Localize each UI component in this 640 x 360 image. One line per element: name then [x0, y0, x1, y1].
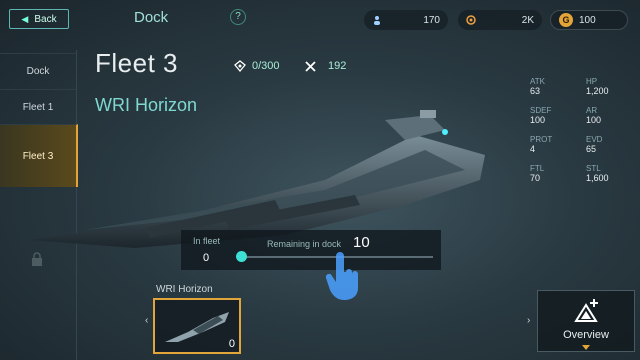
stat-label: STL: [586, 164, 601, 173]
in-fleet-label: In fleet: [193, 236, 221, 246]
slider-thumb[interactable]: [236, 251, 247, 262]
stat-value: 70: [530, 173, 541, 183]
stat-sdef: SDEF 100: [530, 106, 551, 125]
stat-prot: PROT 4: [530, 135, 552, 154]
stat-value: 65: [586, 144, 597, 154]
stat-stl: STL 1,600: [586, 164, 609, 183]
stat-label: FTL: [530, 164, 545, 173]
resource-fuel: 2K: [458, 10, 542, 30]
stat-value: 4: [530, 144, 536, 154]
stat-atk: ATK 63: [530, 77, 545, 96]
back-arrow-icon: ◀: [21, 13, 29, 24]
stat-label: AR: [586, 106, 598, 115]
back-button[interactable]: ◀ Back: [9, 9, 69, 29]
remaining-value: 10: [353, 234, 370, 251]
g-coin-value: 100: [579, 14, 596, 26]
kills-stat: 192: [305, 60, 346, 72]
tap-hand-icon: [325, 252, 358, 300]
stat-label: EVD: [586, 135, 603, 144]
card-ship-name: WRI Horizon: [156, 284, 213, 295]
stat-ar: AR 100: [586, 106, 601, 125]
ship-card[interactable]: 0: [153, 298, 241, 354]
stat-hp: HP 1,200: [586, 77, 609, 96]
card-prev-arrow[interactable]: ‹: [145, 315, 148, 326]
fuel-value: 2K: [521, 14, 534, 26]
stat-value: 100: [530, 115, 546, 125]
fuel-icon: [466, 15, 476, 25]
resource-crew: 170: [364, 10, 448, 30]
fleet-title: Fleet 3: [95, 48, 178, 78]
help-button[interactable]: ?: [230, 9, 246, 25]
overview-label: Overview: [563, 329, 609, 341]
stat-label: PROT: [530, 135, 553, 144]
supply-stat: 0/300: [234, 60, 280, 72]
crew-value: 170: [423, 14, 440, 26]
crossed-swords-icon: [305, 60, 316, 72]
sidebar-item-dock[interactable]: Dock: [0, 53, 76, 88]
stat-evd: EVD 65: [586, 135, 602, 154]
sidebar-item-label: Dock: [26, 65, 50, 77]
stat-label: ATK: [530, 77, 545, 86]
supply-value: 0/300: [252, 60, 280, 72]
in-fleet-value: 0: [203, 252, 210, 264]
stat-ftl: FTL 70: [530, 164, 544, 183]
card-next-arrow[interactable]: ›: [527, 315, 530, 326]
kills-value: 192: [328, 60, 347, 72]
back-label: Back: [34, 13, 57, 25]
supply-icon: [234, 60, 246, 72]
stat-value: 1,600: [586, 173, 609, 183]
crew-icon: [374, 16, 380, 25]
ship-thumbnail: [165, 312, 229, 342]
resource-g-coin[interactable]: G 100: [550, 10, 628, 30]
g-coin-icon: G: [559, 13, 573, 27]
caret-down-icon: [582, 345, 590, 350]
stat-label: SDEF: [530, 106, 552, 115]
stat-label: HP: [586, 77, 598, 86]
stat-value: 1,200: [586, 86, 609, 96]
overview-icon: [574, 299, 598, 322]
overview-button[interactable]: Overview: [537, 290, 635, 352]
stat-value: 63: [530, 86, 541, 96]
quantity-slider-panel: In fleet 0 Remaining in dock 10: [181, 230, 441, 270]
ship-card-count: 0: [228, 338, 235, 350]
remaining-label: Remaining in dock: [267, 239, 342, 249]
page-title: Dock: [134, 9, 169, 26]
stat-value: 100: [586, 115, 602, 125]
